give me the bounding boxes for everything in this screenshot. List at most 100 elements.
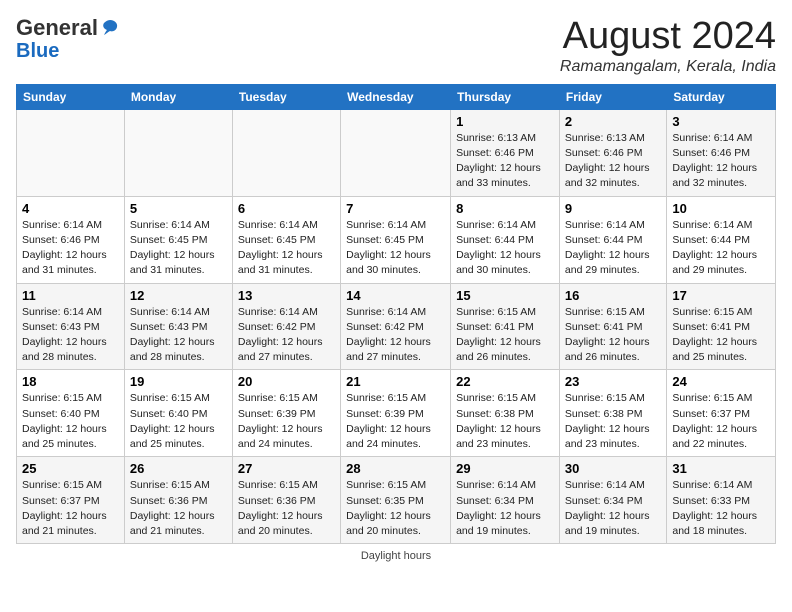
day-number: 14 <box>346 288 445 303</box>
calendar-cell: 25 Sunrise: 6:15 AM Sunset: 6:37 PM Dayli… <box>17 457 125 544</box>
col-header-thursday: Thursday <box>451 84 560 109</box>
day-info: Sunrise: 6:14 AM Sunset: 6:44 PM Dayligh… <box>672 218 770 279</box>
calendar-cell: 18 Sunrise: 6:15 AM Sunset: 6:40 PM Dayli… <box>17 370 125 457</box>
day-info: Sunrise: 6:15 AM Sunset: 6:39 PM Dayligh… <box>238 391 335 452</box>
day-info: Sunrise: 6:15 AM Sunset: 6:38 PM Dayligh… <box>456 391 554 452</box>
page-header: General Blue August 2024 Ramamangalam, K… <box>16 16 776 76</box>
day-info: Sunrise: 6:14 AM Sunset: 6:44 PM Dayligh… <box>456 218 554 279</box>
calendar-cell <box>17 109 125 196</box>
day-info: Sunrise: 6:14 AM Sunset: 6:42 PM Dayligh… <box>238 305 335 366</box>
calendar-cell: 8Sunrise: 6:14 AM Sunset: 6:44 PM Daylig… <box>451 196 560 283</box>
day-number: 31 <box>672 461 770 476</box>
day-info: Sunrise: 6:15 AM Sunset: 6:35 PM Dayligh… <box>346 478 445 539</box>
day-number: 19 <box>130 374 227 389</box>
day-info: Sunrise: 6:14 AM Sunset: 6:44 PM Dayligh… <box>565 218 661 279</box>
calendar-week-1: 1 Sunrise: 6:13 AM Sunset: 6:46 PM Daylig… <box>17 109 776 196</box>
day-number: 30 <box>565 461 661 476</box>
day-info: Sunrise: 6:15 AM Sunset: 6:41 PM Dayligh… <box>565 305 661 366</box>
day-number: 20 <box>238 374 335 389</box>
day-number: 3 <box>672 114 770 129</box>
calendar-cell: 1 Sunrise: 6:13 AM Sunset: 6:46 PM Daylig… <box>451 109 560 196</box>
day-info: Sunrise: 6:15 AM Sunset: 6:41 PM Dayligh… <box>672 305 770 366</box>
calendar-cell: 2 Sunrise: 6:13 AM Sunset: 6:46 PM Daylig… <box>559 109 666 196</box>
day-number: 23 <box>565 374 661 389</box>
logo: General Blue <box>16 16 120 62</box>
day-number: 13 <box>238 288 335 303</box>
location: Ramamangalam, Kerala, India <box>560 58 776 76</box>
day-number: 24 <box>672 374 770 389</box>
day-number: 1 <box>456 114 554 129</box>
calendar-cell: 29 Sunrise: 6:14 AM Sunset: 6:34 PM Dayli… <box>451 457 560 544</box>
day-info: Sunrise: 6:15 AM Sunset: 6:40 PM Dayligh… <box>22 391 119 452</box>
day-info: Sunrise: 6:15 AM Sunset: 6:37 PM Dayligh… <box>22 478 119 539</box>
calendar-cell: 21Sunrise: 6:15 AM Sunset: 6:39 PM Dayli… <box>341 370 451 457</box>
calendar-cell: 31 Sunrise: 6:14 AM Sunset: 6:33 PM Dayli… <box>667 457 776 544</box>
calendar-week-4: 18 Sunrise: 6:15 AM Sunset: 6:40 PM Dayli… <box>17 370 776 457</box>
day-info: Sunrise: 6:15 AM Sunset: 6:37 PM Dayligh… <box>672 391 770 452</box>
col-header-tuesday: Tuesday <box>232 84 340 109</box>
day-info: Sunrise: 6:15 AM Sunset: 6:39 PM Dayligh… <box>346 391 445 452</box>
footer: Daylight hours <box>16 550 776 562</box>
day-number: 7 <box>346 201 445 216</box>
logo-bird-icon <box>100 18 120 38</box>
day-number: 12 <box>130 288 227 303</box>
day-number: 28 <box>346 461 445 476</box>
day-info: Sunrise: 6:14 AM Sunset: 6:33 PM Dayligh… <box>672 478 770 539</box>
calendar-cell: 4Sunrise: 6:14 AM Sunset: 6:46 PM Daylig… <box>17 196 125 283</box>
calendar-cell: 15 Sunrise: 6:15 AM Sunset: 6:41 PM Dayli… <box>451 283 560 370</box>
day-info: Sunrise: 6:14 AM Sunset: 6:45 PM Dayligh… <box>238 218 335 279</box>
calendar-cell: 5Sunrise: 6:14 AM Sunset: 6:45 PM Daylig… <box>124 196 232 283</box>
day-number: 16 <box>565 288 661 303</box>
calendar-week-3: 11 Sunrise: 6:14 AM Sunset: 6:43 PM Dayli… <box>17 283 776 370</box>
calendar-cell: 6 Sunrise: 6:14 AM Sunset: 6:45 PM Daylig… <box>232 196 340 283</box>
col-header-sunday: Sunday <box>17 84 125 109</box>
calendar-cell: 7 Sunrise: 6:14 AM Sunset: 6:45 PM Daylig… <box>341 196 451 283</box>
day-number: 5 <box>130 201 227 216</box>
col-header-wednesday: Wednesday <box>341 84 451 109</box>
calendar-cell: 9 Sunrise: 6:14 AM Sunset: 6:44 PM Daylig… <box>559 196 666 283</box>
day-number: 17 <box>672 288 770 303</box>
day-info: Sunrise: 6:15 AM Sunset: 6:36 PM Dayligh… <box>130 478 227 539</box>
day-info: Sunrise: 6:13 AM Sunset: 6:46 PM Dayligh… <box>456 131 554 192</box>
day-info: Sunrise: 6:13 AM Sunset: 6:46 PM Dayligh… <box>565 131 661 192</box>
calendar-cell: 10Sunrise: 6:14 AM Sunset: 6:44 PM Dayli… <box>667 196 776 283</box>
calendar-cell: 13 Sunrise: 6:14 AM Sunset: 6:42 PM Dayli… <box>232 283 340 370</box>
col-header-friday: Friday <box>559 84 666 109</box>
day-number: 2 <box>565 114 661 129</box>
day-info: Sunrise: 6:15 AM Sunset: 6:40 PM Dayligh… <box>130 391 227 452</box>
month-title: August 2024 <box>560 16 776 58</box>
day-number: 25 <box>22 461 119 476</box>
calendar-cell: 17 Sunrise: 6:15 AM Sunset: 6:41 PM Dayli… <box>667 283 776 370</box>
calendar-cell: 28 Sunrise: 6:15 AM Sunset: 6:35 PM Dayli… <box>341 457 451 544</box>
day-info: Sunrise: 6:15 AM Sunset: 6:38 PM Dayligh… <box>565 391 661 452</box>
day-info: Sunrise: 6:14 AM Sunset: 6:34 PM Dayligh… <box>456 478 554 539</box>
day-info: Sunrise: 6:14 AM Sunset: 6:42 PM Dayligh… <box>346 305 445 366</box>
day-number: 11 <box>22 288 119 303</box>
day-number: 4 <box>22 201 119 216</box>
day-number: 15 <box>456 288 554 303</box>
calendar-header-row: SundayMondayTuesdayWednesdayThursdayFrid… <box>17 84 776 109</box>
day-number: 22 <box>456 374 554 389</box>
calendar-cell: 14 Sunrise: 6:14 AM Sunset: 6:42 PM Dayli… <box>341 283 451 370</box>
day-info: Sunrise: 6:15 AM Sunset: 6:41 PM Dayligh… <box>456 305 554 366</box>
calendar-cell: 24 Sunrise: 6:15 AM Sunset: 6:37 PM Dayli… <box>667 370 776 457</box>
calendar-cell <box>341 109 451 196</box>
day-number: 29 <box>456 461 554 476</box>
calendar-table: SundayMondayTuesdayWednesdayThursdayFrid… <box>16 84 776 544</box>
calendar-cell: 20 Sunrise: 6:15 AM Sunset: 6:39 PM Dayli… <box>232 370 340 457</box>
daylight-label: Daylight hours <box>361 550 431 562</box>
day-info: Sunrise: 6:14 AM Sunset: 6:45 PM Dayligh… <box>346 218 445 279</box>
calendar-cell: 3 Sunrise: 6:14 AM Sunset: 6:46 PM Daylig… <box>667 109 776 196</box>
day-number: 18 <box>22 374 119 389</box>
day-info: Sunrise: 6:14 AM Sunset: 6:34 PM Dayligh… <box>565 478 661 539</box>
day-number: 9 <box>565 201 661 216</box>
day-info: Sunrise: 6:14 AM Sunset: 6:43 PM Dayligh… <box>130 305 227 366</box>
calendar-week-5: 25 Sunrise: 6:15 AM Sunset: 6:37 PM Dayli… <box>17 457 776 544</box>
calendar-cell: 27Sunrise: 6:15 AM Sunset: 6:36 PM Dayli… <box>232 457 340 544</box>
day-number: 6 <box>238 201 335 216</box>
title-area: August 2024 Ramamangalam, Kerala, India <box>560 16 776 76</box>
day-info: Sunrise: 6:14 AM Sunset: 6:46 PM Dayligh… <box>672 131 770 192</box>
calendar-cell <box>124 109 232 196</box>
calendar-cell: 30 Sunrise: 6:14 AM Sunset: 6:34 PM Dayli… <box>559 457 666 544</box>
day-number: 27 <box>238 461 335 476</box>
